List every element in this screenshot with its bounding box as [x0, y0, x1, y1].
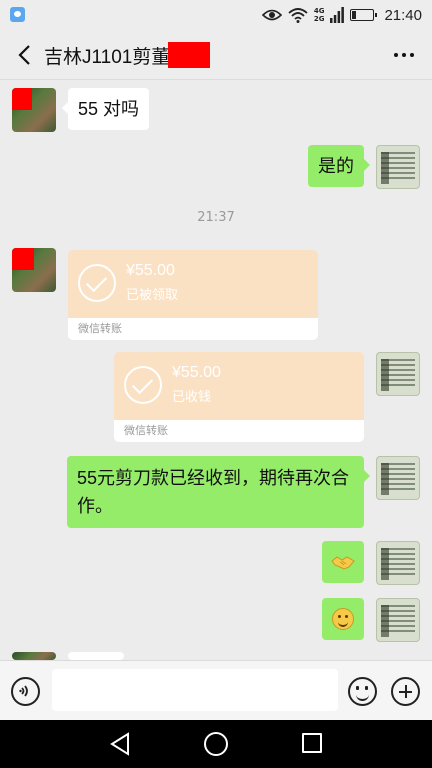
- contact-avatar[interactable]: [12, 88, 56, 132]
- transfer-status: 已收钱: [172, 390, 212, 405]
- redaction-block: [12, 88, 32, 110]
- transfer-footer: 微信转账: [68, 318, 318, 340]
- nav-home-icon[interactable]: [204, 732, 228, 756]
- eye-icon: [261, 9, 282, 21]
- transfer-amount: ¥55.00: [172, 364, 221, 381]
- transfer-status: 已被领取: [126, 288, 179, 303]
- network-bottom-label: 2G: [313, 15, 325, 23]
- network-top-label: 4G: [313, 7, 325, 15]
- message-input[interactable]: [52, 669, 338, 711]
- incoming-message-bubble[interactable]: [62, 652, 124, 678]
- outgoing-message-bubble[interactable]: 55元剪刀款已经收到，期待再次合作。: [67, 456, 370, 528]
- contact-avatar[interactable]: [12, 248, 56, 292]
- emoji-picker-icon[interactable]: [348, 677, 377, 706]
- message-text: 55元剪刀款已经收到，期待再次合作。: [77, 468, 350, 516]
- my-avatar[interactable]: [376, 598, 420, 642]
- my-avatar[interactable]: [376, 145, 420, 189]
- outgoing-message-bubble[interactable]: 是的: [308, 145, 370, 187]
- network-type-label: 4G 2G: [314, 7, 325, 23]
- battery-level: [352, 11, 357, 19]
- transfer-card-incoming[interactable]: ¥55.00 已被领取 微信转账: [68, 250, 318, 340]
- message-text: 55 对吗: [78, 99, 140, 119]
- check-circle-icon: [78, 264, 116, 302]
- more-actions-icon[interactable]: [391, 677, 420, 706]
- redaction-block: [12, 248, 34, 270]
- check-circle-icon: [124, 366, 162, 404]
- app-notification-icon: [10, 7, 25, 22]
- status-bar: 4G 2G 21:40: [0, 0, 432, 30]
- smile-icon: [332, 608, 354, 630]
- wifi-icon: [288, 8, 308, 23]
- transfer-card-outgoing[interactable]: ¥55.00 已收钱 微信转账: [114, 352, 364, 442]
- chat-header: 吉林J1101剪董: [0, 30, 432, 80]
- chat-title: 吉林J1101剪董: [44, 47, 171, 68]
- signal-icon: [330, 7, 345, 23]
- redaction-block: [168, 42, 210, 68]
- my-avatar[interactable]: [376, 456, 420, 500]
- input-bar: [0, 660, 432, 720]
- status-icons: 4G 2G 21:40: [261, 5, 422, 25]
- system-nav-bar: [0, 720, 432, 768]
- my-avatar[interactable]: [376, 352, 420, 396]
- my-avatar[interactable]: [376, 541, 420, 585]
- incoming-message-bubble[interactable]: 55 对吗: [61, 88, 150, 130]
- message-text: 是的: [318, 156, 354, 176]
- transfer-footer: 微信转账: [114, 420, 364, 442]
- outgoing-emoji-bubble[interactable]: [322, 598, 364, 640]
- nav-back-icon[interactable]: [108, 731, 132, 757]
- more-options-icon[interactable]: [394, 53, 414, 57]
- status-time: 21:40: [384, 6, 422, 24]
- transfer-amount: ¥55.00: [126, 262, 175, 279]
- handshake-icon: [331, 556, 355, 570]
- outgoing-emoji-bubble[interactable]: [322, 541, 364, 583]
- contact-avatar[interactable]: [12, 652, 56, 660]
- chat-timestamp: 21:37: [197, 210, 235, 225]
- nav-recents-icon[interactable]: [302, 733, 322, 753]
- voice-input-icon[interactable]: [11, 677, 40, 706]
- back-arrow-icon[interactable]: [14, 43, 36, 67]
- battery-icon: [350, 9, 378, 21]
